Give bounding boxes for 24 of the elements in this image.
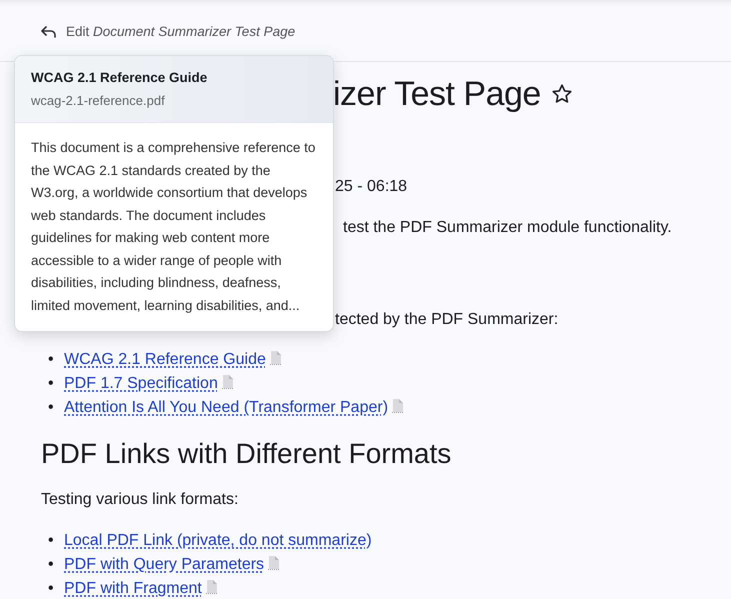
bullet: • (48, 398, 55, 418)
file-name: wcag-2.1-reference.pdf (31, 92, 166, 110)
body-text: Testing various link formats: (41, 490, 240, 510)
body-text: test the PDF Summarizer module functionality. (343, 219, 672, 236)
document-title: WCAG 2.1 Reference Guide (31, 69, 208, 87)
pdf-link[interactable]: WCAG 2.1 Reference Guide (64, 351, 266, 368)
page-title: izer Test Page (333, 74, 541, 114)
pdf-link[interactable]: Local PDF Link (private, do not summarize) (64, 532, 372, 549)
star-icon[interactable] (550, 83, 573, 105)
bullet: • (48, 531, 55, 551)
body-text: 25 - 06:18 (335, 178, 408, 195)
bullet: • (48, 555, 55, 575)
section-heading: PDF Links with Different Formats (41, 437, 452, 471)
document-summary: This document is a comprehensive reference to the WCAG 2.1 standards created by the W3.org, a worldwide consortium that develops web standards. The document includes guidelines for making web content more accessible to a wider range of people with disabilities, including blindness, deafness, limited movement, learning disabilities, and... (30, 139, 316, 315)
pdf-link[interactable]: PDF 1.7 Specification (64, 375, 218, 392)
bullet: • (48, 350, 55, 370)
bullet: • (48, 374, 55, 394)
pdf-link[interactable]: Attention Is All You Need (Transformer Paper) (64, 399, 388, 416)
edit-page-title: Edit Document Summarizer Test Page (66, 22, 296, 41)
pdf-link[interactable]: PDF with Fragment (64, 580, 202, 597)
pdf-link[interactable]: PDF with Query Parameters (64, 556, 264, 573)
bullet: • (48, 579, 55, 599)
back-arrow-icon[interactable] (41, 25, 57, 39)
body-text: tected by the PDF Summarizer: (335, 311, 558, 328)
